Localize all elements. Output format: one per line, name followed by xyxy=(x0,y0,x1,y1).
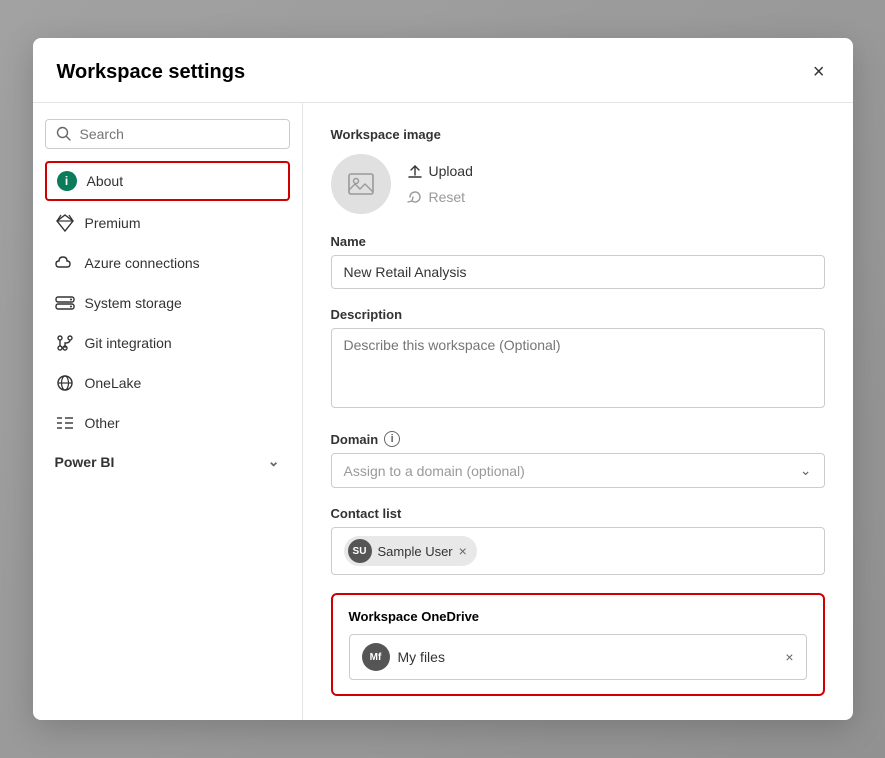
description-group: Description xyxy=(331,307,825,413)
workspace-image-row: Upload Reset xyxy=(331,154,825,214)
chevron-down-icon: ⌄ xyxy=(268,453,280,470)
avatar: SU xyxy=(348,539,372,563)
storage-icon xyxy=(55,293,75,313)
workspace-onedrive-section: Workspace OneDrive Mf My files × xyxy=(331,593,825,696)
other-icon xyxy=(55,413,75,433)
contact-list-label: Contact list xyxy=(331,506,825,521)
description-label: Description xyxy=(331,307,825,322)
sidebar-item-about[interactable]: i About xyxy=(45,161,290,201)
sidebar-item-other[interactable]: Other xyxy=(45,405,290,441)
sidebar-item-label-onelake: OneLake xyxy=(85,375,142,391)
modal-title: Workspace settings xyxy=(57,61,246,84)
power-bi-section[interactable]: Power BI ⌄ xyxy=(45,445,290,478)
contact-chip-sample-user: SU Sample User × xyxy=(344,536,477,566)
git-icon xyxy=(55,333,75,353)
sidebar-item-label-storage: System storage xyxy=(85,295,182,311)
upload-icon xyxy=(407,163,423,179)
onedrive-title: Workspace OneDrive xyxy=(349,609,807,624)
onedrive-avatar: Mf xyxy=(362,643,390,671)
close-icon: × xyxy=(813,62,825,82)
sidebar-item-onelake[interactable]: OneLake xyxy=(45,365,290,401)
search-box[interactable] xyxy=(45,119,290,149)
cloud-icon xyxy=(55,253,75,273)
sidebar-item-azure[interactable]: Azure connections xyxy=(45,245,290,281)
domain-label: Domain i xyxy=(331,431,825,447)
modal-body: i About xyxy=(33,103,853,720)
upload-label: Upload xyxy=(429,163,473,179)
onedrive-box[interactable]: Mf My files × xyxy=(349,634,807,680)
power-bi-label: Power BI xyxy=(55,454,115,470)
reset-label: Reset xyxy=(429,189,466,205)
sidebar: i About xyxy=(33,103,303,720)
name-label: Name xyxy=(331,234,825,249)
info-icon: i xyxy=(57,171,77,191)
image-icon xyxy=(347,170,375,198)
reset-button[interactable]: Reset xyxy=(407,187,473,207)
contact-name: Sample User xyxy=(378,544,453,559)
sidebar-item-label-azure: Azure connections xyxy=(85,255,200,271)
contact-list-box[interactable]: SU Sample User × xyxy=(331,527,825,575)
main-content: Workspace image xyxy=(303,103,853,720)
domain-placeholder: Assign to a domain (optional) xyxy=(344,463,525,479)
close-button[interactable]: × xyxy=(809,58,829,86)
onelake-icon xyxy=(55,373,75,393)
sidebar-item-label-other: Other xyxy=(85,415,120,431)
workspace-settings-modal: Workspace settings × xyxy=(33,38,853,720)
description-input[interactable] xyxy=(331,328,825,408)
remove-onedrive-button[interactable]: × xyxy=(785,650,793,664)
workspace-image-label: Workspace image xyxy=(331,127,825,142)
reset-icon xyxy=(407,189,423,205)
upload-button[interactable]: Upload xyxy=(407,161,473,181)
sidebar-item-label-about: About xyxy=(87,173,124,189)
sidebar-item-premium[interactable]: Premium xyxy=(45,205,290,241)
image-actions: Upload Reset xyxy=(407,161,473,207)
sidebar-item-label-premium: Premium xyxy=(85,215,141,231)
chevron-down-icon: ⌄ xyxy=(800,462,812,479)
domain-select[interactable]: Assign to a domain (optional) ⌄ xyxy=(331,453,825,488)
remove-contact-button[interactable]: × xyxy=(459,544,467,558)
modal-header: Workspace settings × xyxy=(33,38,853,103)
name-input[interactable] xyxy=(331,255,825,289)
workspace-image-group: Workspace image xyxy=(331,127,825,214)
onedrive-name: My files xyxy=(398,649,778,665)
diamond-icon xyxy=(55,213,75,233)
image-placeholder xyxy=(331,154,391,214)
domain-info-icon: i xyxy=(384,431,400,447)
name-group: Name xyxy=(331,234,825,289)
search-icon xyxy=(56,126,72,142)
contact-list-group: Contact list SU Sample User × xyxy=(331,506,825,575)
domain-group: Domain i Assign to a domain (optional) ⌄ xyxy=(331,431,825,488)
sidebar-item-label-git: Git integration xyxy=(85,335,172,351)
sidebar-item-git[interactable]: Git integration xyxy=(45,325,290,361)
sidebar-item-storage[interactable]: System storage xyxy=(45,285,290,321)
search-input[interactable] xyxy=(80,126,279,142)
